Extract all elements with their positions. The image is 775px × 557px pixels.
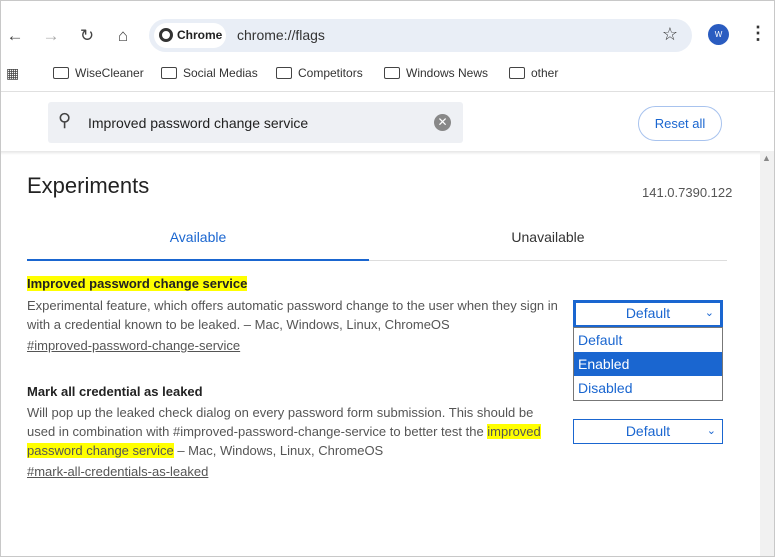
flag-title: Improved password change service	[27, 276, 248, 291]
scrollbar[interactable]: ▲	[760, 151, 774, 556]
chevron-down-icon: ⌄	[706, 425, 716, 437]
flag-select-mark-leaked[interactable]: Default ⌄	[573, 419, 723, 444]
bookmark-label: other	[531, 66, 559, 80]
select-dropdown: Default Enabled Disabled	[573, 327, 723, 401]
bookmark-label: Competitors	[298, 66, 363, 80]
flags-search[interactable]: ⚲ Improved password change service ✕	[48, 102, 463, 143]
flag-link[interactable]: #improved-password-change-service	[27, 338, 240, 353]
url-text[interactable]: chrome://flags	[237, 27, 325, 43]
bookmark-label: WiseCleaner	[75, 66, 144, 80]
bookmarks-bar: ▦ WiseCleaner Social Medias Competitors …	[1, 59, 774, 92]
tab-unavailable[interactable]: Unavailable	[369, 229, 727, 261]
select-value: Default	[625, 423, 671, 439]
back-button[interactable]: ←	[5, 26, 25, 46]
tab-available[interactable]: Available	[27, 229, 369, 261]
browser-toolbar: ← → ↻ ⌂ Chrome chrome://flags ☆ W ⋮	[1, 14, 774, 58]
flag-description: Experimental feature, which offers autom…	[27, 298, 558, 332]
bookmark-folder[interactable]: WiseCleaner	[53, 66, 144, 80]
bookmark-folder[interactable]: other	[509, 66, 558, 80]
clear-search-icon[interactable]: ✕	[434, 114, 451, 131]
folder-icon	[509, 67, 525, 79]
bookmark-folder[interactable]: Social Medias	[161, 66, 258, 80]
reset-all-button[interactable]: Reset all	[638, 106, 722, 141]
folder-icon	[384, 67, 400, 79]
chip-label: Chrome	[177, 28, 223, 42]
bookmark-folder[interactable]: Competitors	[276, 66, 363, 80]
select-value: Default	[625, 305, 671, 321]
bookmark-label: Windows News	[406, 66, 489, 80]
home-button[interactable]: ⌂	[113, 26, 133, 46]
chrome-icon	[159, 28, 173, 42]
forward-button[interactable]: →	[41, 26, 61, 46]
chevron-down-icon: ⌄	[704, 307, 714, 319]
folder-icon	[161, 67, 177, 79]
chrome-chip[interactable]: Chrome	[154, 23, 226, 48]
version: 141.0.7390.122	[642, 185, 733, 200]
reload-button[interactable]: ↻	[77, 26, 97, 46]
bookmark-star-icon[interactable]: ☆	[662, 24, 678, 45]
desc-text: Will pop up the leaked check dialog on e…	[27, 405, 534, 439]
apps-icon[interactable]: ▦	[6, 65, 19, 82]
folder-icon	[276, 67, 292, 79]
option-enabled[interactable]: Enabled	[574, 352, 722, 376]
search-input[interactable]: Improved password change service	[88, 115, 308, 131]
option-default[interactable]: Default	[574, 328, 722, 352]
bookmark-folder[interactable]: Windows News	[384, 66, 488, 80]
desc-text: – Mac, Windows, Linux, ChromeOS	[173, 443, 384, 458]
flag-link[interactable]: #mark-all-credentials-as-leaked	[27, 464, 208, 479]
menu-icon[interactable]: ⋮	[749, 23, 767, 44]
page-title: Experiments	[27, 173, 150, 198]
flag-select-improved-password[interactable]: Default ⌄	[573, 300, 723, 328]
search-icon: ⚲	[58, 110, 72, 130]
bookmark-label: Social Medias	[183, 66, 258, 80]
folder-icon	[53, 67, 69, 79]
avatar[interactable]: W	[708, 24, 729, 45]
flag-description: Will pop up the leaked check dialog on e…	[27, 403, 557, 460]
flag-title: Mark all credential as leaked	[27, 384, 203, 399]
option-disabled[interactable]: Disabled	[574, 376, 722, 400]
address-bar[interactable]: Chrome chrome://flags ☆	[149, 19, 692, 52]
divider	[1, 151, 760, 155]
